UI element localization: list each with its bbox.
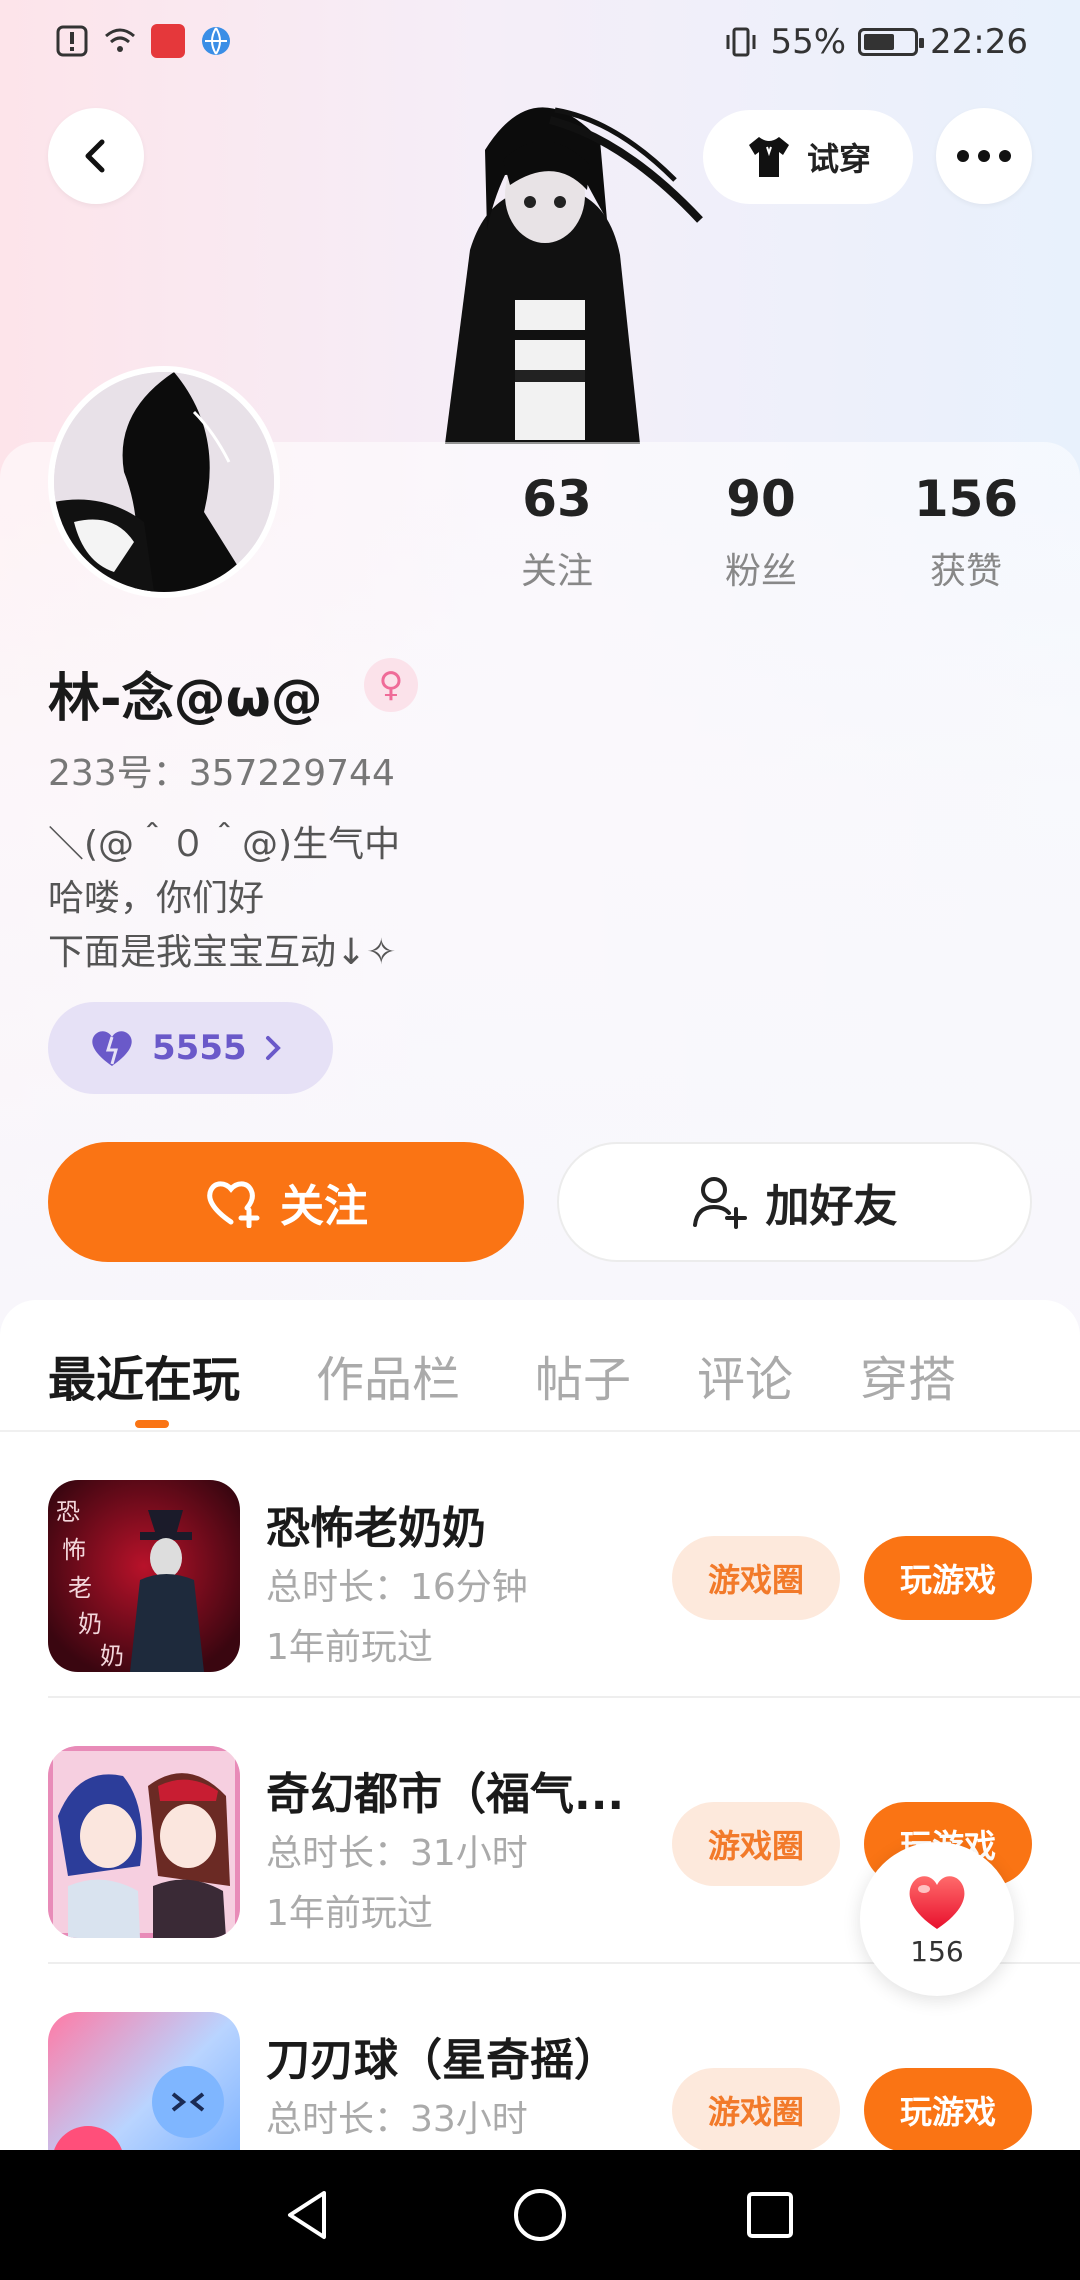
user-id: 233号：357229744 xyxy=(48,753,395,794)
app-notification-icon xyxy=(151,24,185,58)
game-icon-text: 恐 xyxy=(56,1498,80,1526)
game-duration: 总时长：33小时 xyxy=(266,2099,528,2140)
following-label: 关注 xyxy=(520,551,593,592)
game-icon-text: 怖 xyxy=(62,1536,86,1564)
heart-chip[interactable]: 5555 xyxy=(48,1002,333,1094)
game-icon-fantasy-city xyxy=(48,1746,240,1938)
vibrate-icon xyxy=(726,27,756,57)
tab-works[interactable]: 作品栏 xyxy=(316,1340,460,1410)
tab-bar: 最近在玩 作品栏 帖子 评论 穿搭 xyxy=(0,1300,1080,1430)
heart-icon xyxy=(92,1031,132,1066)
nickname: 林-念@ω@ xyxy=(48,669,323,729)
game-item[interactable]: 恐 怖 老 奶 奶 恐怖老奶奶 总时长：16分钟 1年前玩过 游戏圈 玩游戏 xyxy=(0,1432,1080,1698)
nav-home-icon[interactable] xyxy=(510,2185,570,2245)
follow-label: 关注 xyxy=(280,1181,368,1232)
avatar[interactable] xyxy=(48,366,280,598)
clock: 22:26 xyxy=(930,22,1028,62)
system-nav-bar xyxy=(0,2150,1080,2280)
avatar-image xyxy=(54,372,274,592)
tab-outfits[interactable]: 穿搭 xyxy=(860,1340,956,1410)
status-bar: 55% 22:26 xyxy=(0,0,1080,90)
game-title: 奇幻都市（福气... xyxy=(266,1769,625,1820)
alert-icon xyxy=(56,25,88,57)
bio: ＼(@＾０＾@)生气中 哈喽，你们好 下面是我宝宝互动↓✧ xyxy=(48,818,400,980)
game-circle-button[interactable]: 游戏圈 xyxy=(672,1802,840,1886)
add-user-icon xyxy=(692,1177,747,1229)
bio-line: ＼(@＾０＾@)生气中 xyxy=(48,824,401,865)
battery-percent: 55% xyxy=(770,22,847,62)
try-on-button[interactable]: 试穿 xyxy=(703,110,913,204)
nav-recents-icon[interactable] xyxy=(740,2185,800,2245)
game-title: 恐怖老奶奶 xyxy=(266,1503,486,1554)
battery-icon xyxy=(858,28,925,56)
tshirt-icon xyxy=(748,137,789,177)
tab-posts[interactable]: 帖子 xyxy=(535,1340,631,1410)
chevron-right-icon xyxy=(265,1036,281,1060)
follow-button[interactable]: 关注 xyxy=(48,1142,524,1262)
heart-count: 5555 xyxy=(152,1028,247,1068)
add-friend-button[interactable]: 加好友 xyxy=(557,1142,1032,1262)
stat-fans[interactable]: 90 粉丝 xyxy=(681,470,841,594)
game-circle-button[interactable]: 游戏圈 xyxy=(672,1536,840,1620)
tab-comments[interactable]: 评论 xyxy=(697,1340,793,1410)
heart-plus-icon xyxy=(207,1181,260,1228)
chevron-left-icon xyxy=(85,139,105,173)
likes-label: 获赞 xyxy=(929,551,1002,592)
nav-back-icon[interactable] xyxy=(278,2185,338,2245)
more-dots-icon xyxy=(957,150,1011,162)
add-friend-label: 加好友 xyxy=(765,1181,898,1232)
floating-like-button[interactable]: 156 xyxy=(860,1842,1014,1996)
back-button[interactable] xyxy=(48,108,144,204)
game-icon-text: 奶 xyxy=(100,1642,124,1670)
try-on-label: 试穿 xyxy=(806,140,871,178)
floating-like-count: 156 xyxy=(910,1934,964,1968)
game-circle-button[interactable]: 游戏圈 xyxy=(672,2068,840,2152)
heart-icon xyxy=(909,1875,965,1929)
play-game-button[interactable]: 玩游戏 xyxy=(864,2068,1032,2152)
likes-count: 156 xyxy=(913,470,1019,528)
fans-label: 粉丝 xyxy=(724,551,797,592)
game-title: 刀刃球（星奇摇） xyxy=(266,2035,618,2086)
game-icon-text: 老 xyxy=(68,1574,92,1602)
game-duration: 总时长：16分钟 xyxy=(266,1567,528,1608)
browser-icon xyxy=(202,27,230,55)
gender-female-icon: ♀ xyxy=(364,658,418,712)
game-last-played: 1年前玩过 xyxy=(266,1893,433,1934)
more-button[interactable] xyxy=(936,108,1032,204)
following-count: 63 xyxy=(522,470,592,528)
fans-count: 90 xyxy=(726,470,796,528)
bio-line: 下面是我宝宝互动↓✧ xyxy=(48,932,397,973)
bio-line: 哈喽，你们好 xyxy=(48,878,265,919)
wifi-icon xyxy=(105,28,135,52)
game-last-played: 1年前玩过 xyxy=(266,1627,433,1668)
game-icon-horror-granny: 恐 怖 老 奶 奶 xyxy=(48,1480,240,1672)
play-game-button[interactable]: 玩游戏 xyxy=(864,1536,1032,1620)
tab-recent-played[interactable]: 最近在玩 xyxy=(48,1340,240,1410)
game-icon-text: 奶 xyxy=(78,1610,102,1638)
stat-likes[interactable]: 156 获赞 xyxy=(886,470,1046,594)
stat-following[interactable]: 63 关注 xyxy=(477,470,637,594)
game-duration: 总时长：31小时 xyxy=(266,1833,528,1874)
tab-indicator xyxy=(135,1420,169,1428)
